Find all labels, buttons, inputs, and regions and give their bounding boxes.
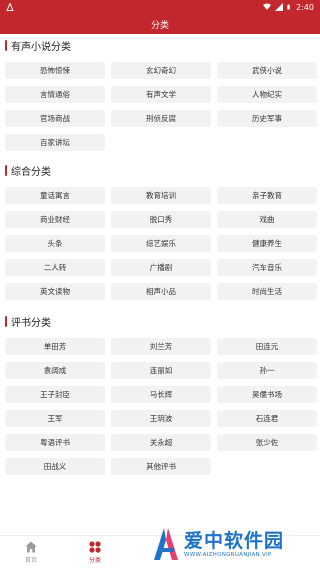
category-chip[interactable]: 石连君	[217, 410, 317, 427]
category-chip[interactable]: 田连元	[217, 338, 317, 355]
section-title: 综合分类	[5, 162, 51, 178]
category-chip[interactable]: 言情通俗	[5, 86, 105, 103]
category-chip[interactable]: 王子封臣	[5, 386, 105, 403]
section-title: 评书分类	[5, 313, 51, 329]
category-chip[interactable]: 相声小品	[111, 283, 211, 300]
category-chip[interactable]: 有声文学	[111, 86, 211, 103]
signal-icon	[275, 3, 284, 11]
section-title: 有声小说分类	[5, 37, 71, 53]
category-chip[interactable]: 王玥波	[111, 410, 211, 427]
category-chip[interactable]: 商业财经	[5, 211, 105, 228]
page-title: 分类	[150, 20, 169, 31]
category-chip[interactable]: 刘兰芳	[111, 338, 211, 355]
category-chip[interactable]: 马长辉	[111, 386, 211, 403]
section-marker	[5, 315, 7, 327]
status-bar: 2:40	[0, 0, 320, 14]
nav-category[interactable]: 分类	[80, 541, 110, 567]
watermark-logo-icon	[154, 528, 178, 560]
category-chip[interactable]: 武侠小说	[217, 62, 317, 79]
category-chip[interactable]: 官场商战	[5, 110, 105, 127]
category-chip[interactable]: 孙一	[217, 362, 317, 379]
chip-grid: 童话寓言 教育培训 亲子教育 商业财经 脱口秀 戏曲 头条 综艺娱乐 健康养生 …	[5, 187, 319, 300]
category-chip[interactable]: 时尚生活	[217, 283, 317, 300]
watermark: 爱中软件园 WWW.AIZHONGRUANJIAN.VIP	[150, 524, 318, 564]
category-chip[interactable]: 田战义	[5, 458, 105, 475]
watermark-url: WWW.AIZHONGRUANJIAN.VIP	[184, 552, 272, 558]
category-chip[interactable]: 玄幻奇幻	[111, 62, 211, 79]
category-chip[interactable]: 汽车音乐	[217, 259, 317, 276]
category-icon	[89, 541, 101, 553]
category-chip[interactable]: 粤语评书	[5, 434, 105, 451]
category-chip[interactable]: 人物纪实	[217, 86, 317, 103]
category-chip[interactable]: 百家讲坛	[5, 134, 105, 151]
status-time: 2:40	[296, 2, 314, 12]
watermark-text: 爱中软件园	[184, 530, 285, 552]
category-chip[interactable]: 王军	[5, 410, 105, 427]
header-bar: 分类	[0, 14, 320, 34]
category-chip[interactable]: 戏曲	[217, 211, 317, 228]
category-chip[interactable]: 综艺娱乐	[111, 235, 211, 252]
section-title-text: 评书分类	[11, 317, 51, 329]
category-chip[interactable]: 教育培训	[111, 187, 211, 204]
category-chip[interactable]: 广播剧	[111, 259, 211, 276]
home-icon	[25, 541, 37, 553]
wifi-icon	[263, 3, 272, 10]
category-chip[interactable]: 关永超	[111, 434, 211, 451]
category-chip[interactable]: 亲子教育	[217, 187, 317, 204]
category-chip[interactable]: 头条	[5, 235, 105, 252]
category-chip[interactable]: 连丽如	[111, 362, 211, 379]
category-content[interactable]: 有声小说分类 恐怖惊悚 玄幻奇幻 武侠小说 言情通俗 有声文学 人物纪实 官场商…	[0, 34, 320, 528]
category-chip[interactable]: 健康养生	[217, 235, 317, 252]
section-title-text: 有声小说分类	[11, 41, 71, 53]
nav-category-label: 分类	[88, 557, 101, 564]
category-chip[interactable]: 历史军事	[217, 110, 317, 127]
section-marker	[5, 39, 7, 51]
chip-grid: 单田芳 刘兰芳 田连元 袁阔成 连丽如 孙一 王子封臣 马长辉 昊儒书场 王军 …	[5, 338, 319, 475]
category-chip[interactable]: 童话寓言	[5, 187, 105, 204]
nav-home[interactable]: 首页	[16, 541, 46, 567]
category-chip[interactable]: 其他评书	[111, 458, 211, 475]
section-marker	[5, 164, 7, 176]
nav-home-label: 首页	[24, 557, 37, 564]
category-chip[interactable]: 英文读物	[5, 283, 105, 300]
category-chip[interactable]: 单田芳	[5, 338, 105, 355]
section-title-text: 综合分类	[11, 166, 51, 178]
category-chip[interactable]: 脱口秀	[111, 211, 211, 228]
category-chip[interactable]: 二人转	[5, 259, 105, 276]
category-chip[interactable]: 张少佐	[217, 434, 317, 451]
category-chip[interactable]: 昊儒书场	[217, 386, 317, 403]
chip-grid: 恐怖惊悚 玄幻奇幻 武侠小说 言情通俗 有声文学 人物纪实 官场商战 刑侦反腐 …	[5, 62, 319, 151]
battery-icon	[287, 4, 290, 10]
app-notification-icon	[6, 3, 14, 11]
category-chip[interactable]: 袁阔成	[5, 362, 105, 379]
category-chip[interactable]: 刑侦反腐	[111, 110, 211, 127]
category-chip[interactable]: 恐怖惊悚	[5, 62, 105, 79]
